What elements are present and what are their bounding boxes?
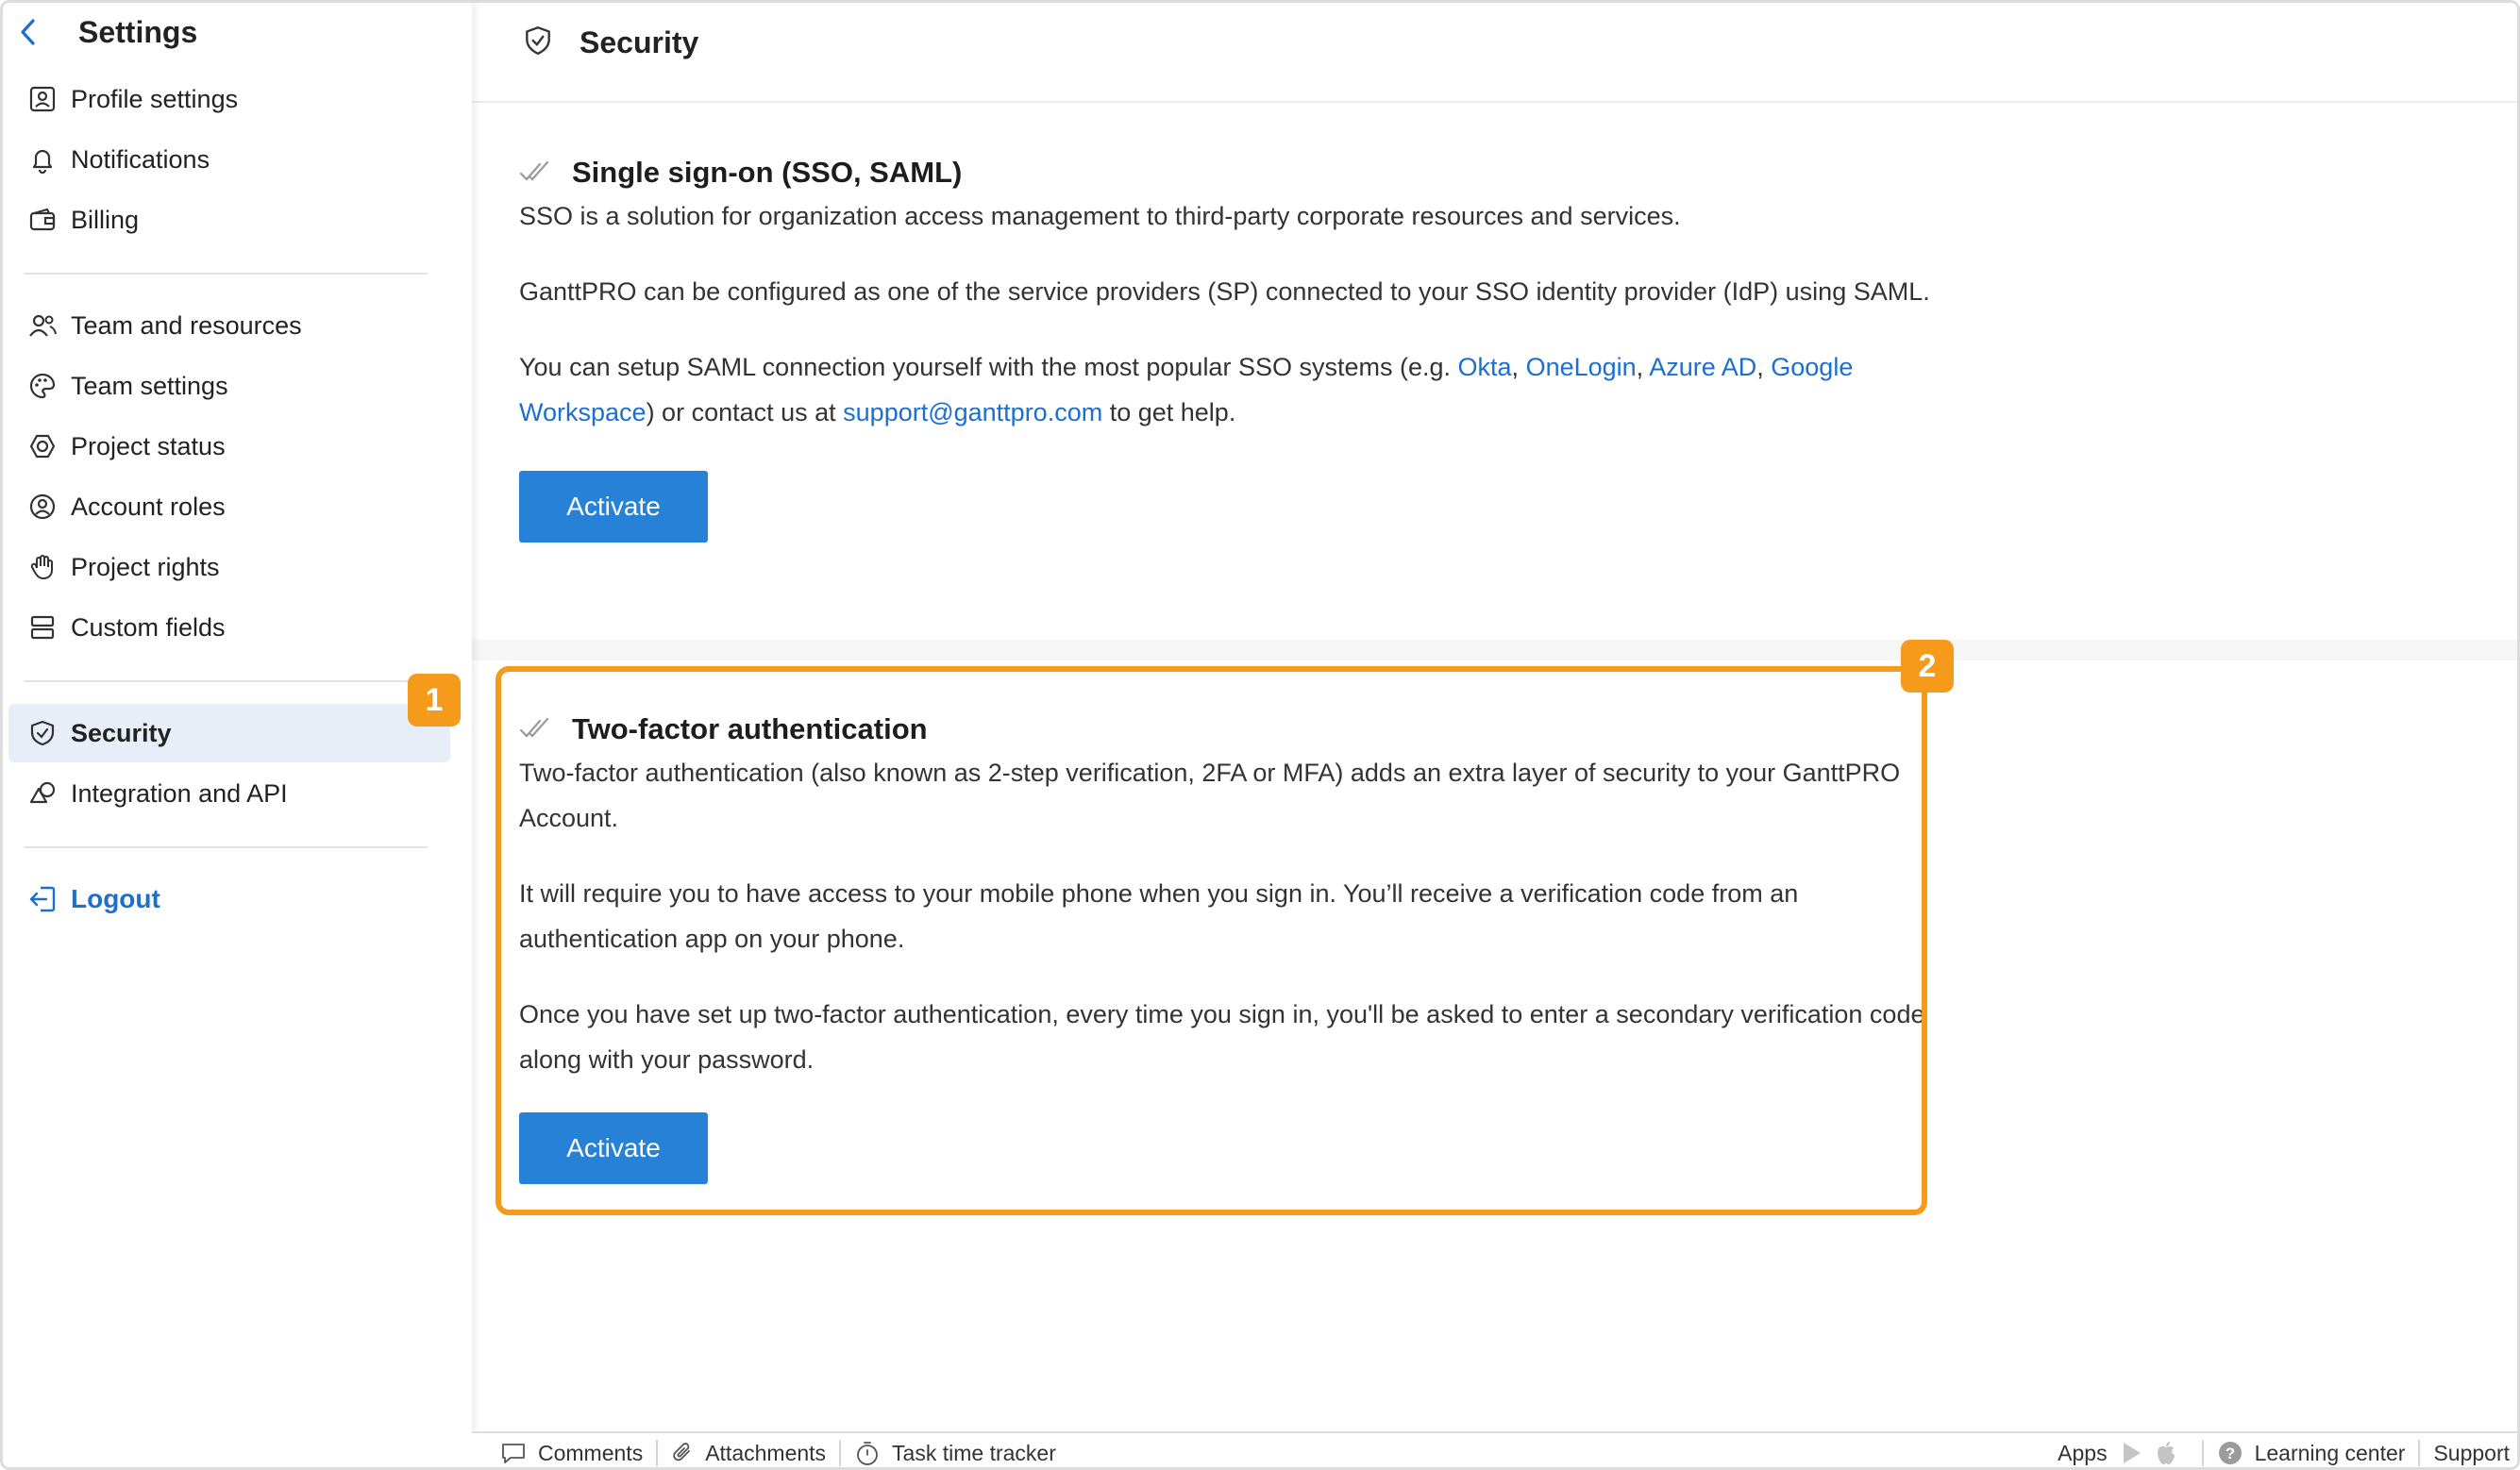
double-check-icon (519, 715, 557, 744)
sso-section: Single sign-on (SSO, SAML) SSO is a solu… (519, 152, 1935, 543)
sidebar-header: Settings (3, 10, 472, 54)
sso-activate-button[interactable]: Activate (519, 471, 708, 543)
comments-label: Comments (538, 1440, 644, 1465)
chevron-left-icon (21, 19, 35, 45)
user-circle-icon (8, 493, 65, 521)
sso-title: Single sign-on (SSO, SAML) (572, 156, 963, 189)
sidebar-item-team-settings[interactable]: Team settings (8, 357, 450, 415)
double-check-icon (519, 159, 557, 188)
comments-button[interactable]: Comments (472, 1432, 656, 1467)
attachments-label: Attachments (705, 1440, 827, 1465)
sso-description: SSO is a solution for organization acces… (519, 202, 1681, 230)
sidebar-item-project-rights[interactable]: Project rights (8, 538, 450, 596)
section-divider (472, 640, 2517, 660)
sidebar-item-custom-fields[interactable]: Custom fields (8, 598, 450, 657)
learning-center-label: Learning center (2254, 1440, 2406, 1465)
sidebar-item-integration-and-api[interactable]: Integration and API (8, 764, 450, 823)
apps-button[interactable]: Apps (2044, 1432, 2201, 1467)
two-factor-section: Two-factor authentication Two-factor aut… (519, 709, 1935, 1184)
security-page: Security Single sign-on (SSO, SAML) SSO … (472, 3, 2517, 1467)
sidebar-item-label: Account roles (71, 492, 226, 521)
profile-icon (8, 85, 65, 113)
hand-icon (8, 553, 65, 581)
sidebar-divider (24, 273, 428, 275)
support-email-link[interactable]: support@ganttpro.com (843, 398, 1102, 426)
fields-icon (8, 613, 65, 642)
bell-icon (8, 145, 65, 174)
sso-setup-text-part: You can setup SAML connection yourself w… (519, 353, 1458, 381)
sidebar-item-label: Profile settings (71, 84, 239, 113)
sidebar-item-label: Notifications (71, 144, 210, 174)
sso-setup-text: You can setup SAML connection yourself w… (519, 344, 1935, 435)
team-icon (8, 311, 65, 340)
step-badge-2: 2 (1901, 640, 1954, 693)
apps-label: Apps (2058, 1440, 2108, 1465)
two-factor-description: Two-factor authentication (also known as… (519, 759, 1901, 832)
two-factor-signin-text: Once you have set up two-factor authenti… (519, 1000, 1925, 1074)
page-title: Security (580, 25, 699, 59)
okta-link[interactable]: Okta (1458, 353, 1512, 381)
shield-icon (8, 719, 65, 747)
palette-icon (8, 372, 65, 400)
settings-sidebar: Settings Profile settings Notifications … (3, 3, 472, 1467)
sidebar-item-label: Integration and API (71, 778, 288, 808)
sidebar-item-billing[interactable]: Billing (8, 191, 450, 249)
sidebar-item-label: Team settings (71, 371, 228, 400)
step-badge-1: 1 (408, 674, 461, 727)
logout-label: Logout (71, 884, 160, 913)
sidebar-item-security[interactable]: Security (8, 704, 450, 762)
azure-ad-link[interactable]: Azure AD (1649, 353, 1756, 381)
support-label: Support (2433, 1440, 2510, 1465)
bottom-bar: Comments Attachments Task time tracker A… (472, 1431, 2517, 1467)
app-window: Settings Profile settings Notifications … (0, 0, 2520, 1470)
two-factor-phone-text: It will require you to have access to yo… (519, 879, 1799, 953)
paperclip-icon (671, 1441, 694, 1465)
task-time-tracker-button[interactable]: Task time tracker (841, 1432, 1069, 1467)
sidebar-title: Settings (78, 14, 198, 49)
sidebar-item-label: Project rights (71, 552, 220, 581)
separator-text: , (1636, 353, 1650, 381)
sidebar-divider (24, 680, 428, 682)
task-time-tracker-label: Task time tracker (892, 1440, 1056, 1465)
shield-icon (523, 25, 553, 61)
status-icon (8, 432, 65, 460)
logout-button[interactable]: Logout (8, 870, 160, 928)
sso-setup-text-part: ) or contact us at (646, 398, 844, 426)
logout-icon (8, 884, 65, 914)
learning-center-button[interactable]: ? Learning center (2204, 1432, 2419, 1467)
sidebar-item-profile-settings[interactable]: Profile settings (8, 70, 450, 128)
sidebar-item-project-status[interactable]: Project status (8, 417, 450, 476)
separator-text: , (1511, 353, 1526, 381)
sidebar-item-label: Security (71, 718, 172, 747)
sidebar-item-label: Custom fields (71, 612, 226, 642)
sidebar-item-notifications[interactable]: Notifications (8, 130, 450, 189)
sidebar-item-account-roles[interactable]: Account roles (8, 477, 450, 536)
separator-text: , (1756, 353, 1772, 381)
two-factor-title: Two-factor authentication (572, 712, 928, 745)
svg-text:?: ? (2225, 1445, 2234, 1462)
comment-icon (500, 1442, 527, 1464)
attachments-button[interactable]: Attachments (658, 1432, 839, 1467)
page-header: Security (472, 3, 2517, 103)
two-factor-activate-button[interactable]: Activate (519, 1112, 708, 1184)
onelogin-link[interactable]: OneLogin (1526, 353, 1637, 381)
apple-icon (2155, 1440, 2177, 1466)
sidebar-item-team-and-resources[interactable]: Team and resources (8, 296, 450, 355)
back-button[interactable] (3, 10, 54, 54)
footer-right: Apps ? Learning center Support (2044, 1432, 2517, 1467)
sso-setup-text-part: to get help. (1102, 398, 1236, 426)
sso-sp-text: GanttPRO can be configured as one of the… (519, 277, 1930, 306)
two-factor-heading: Two-factor authentication (519, 709, 1935, 750)
shapes-icon (8, 779, 65, 808)
support-button[interactable]: Support (2420, 1432, 2517, 1467)
sidebar-item-label: Billing (71, 205, 140, 234)
sidebar-divider (24, 846, 428, 848)
wallet-icon (8, 206, 65, 234)
sidebar-item-label: Project status (71, 431, 226, 460)
google-play-icon (2121, 1441, 2143, 1465)
help-icon: ? (2217, 1440, 2243, 1466)
stopwatch-icon (854, 1440, 881, 1466)
sso-heading: Single sign-on (SSO, SAML) (519, 152, 1935, 193)
sidebar-item-label: Team and resources (71, 310, 302, 340)
